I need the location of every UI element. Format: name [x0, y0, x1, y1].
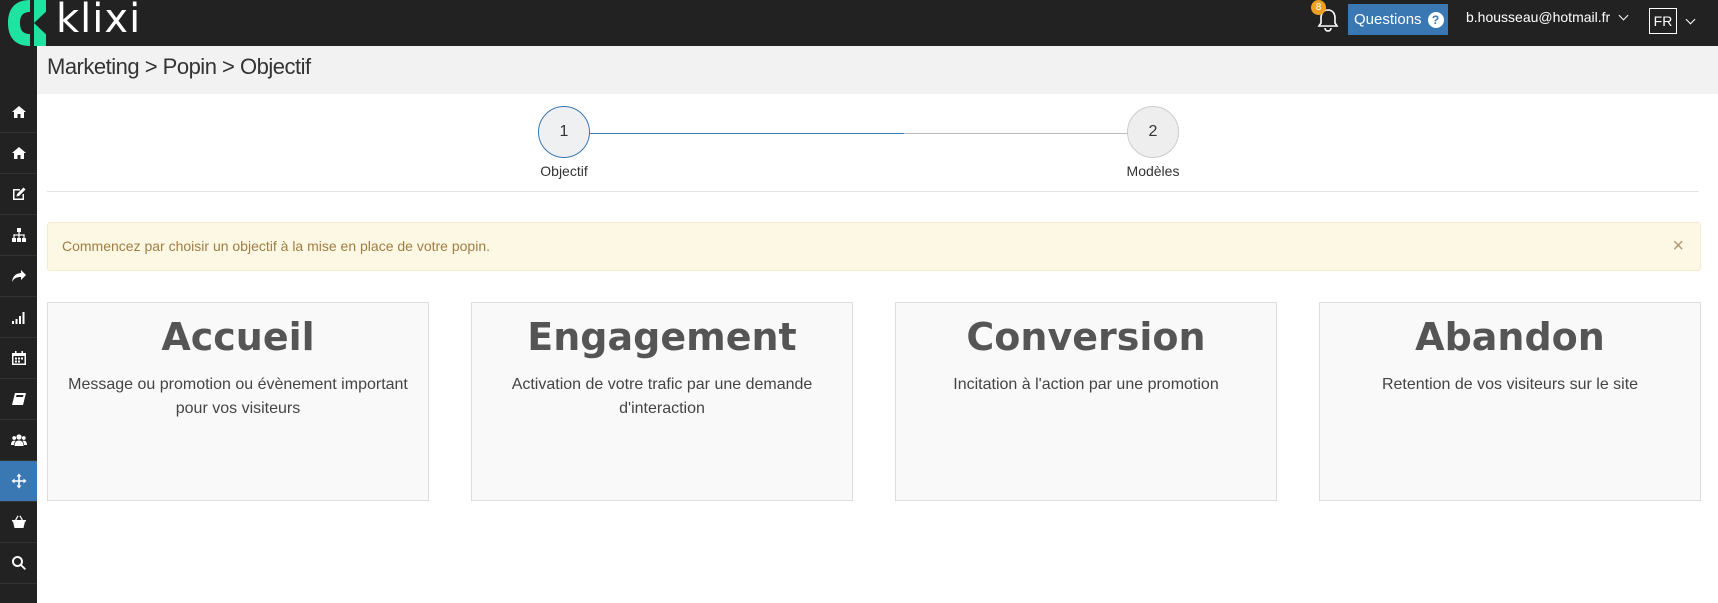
sidebar-item-statistics[interactable] [0, 297, 37, 338]
notification-badge: 8 [1311, 0, 1326, 15]
chevron-down-icon [1685, 14, 1696, 24]
search-icon [11, 556, 26, 570]
sidebar-item-edit[interactable] [0, 174, 37, 215]
top-navbar: klixi 8 Questions ? b.housseau@hotmail.f… [0, 0, 1718, 46]
breadcrumb-bar: Marketing > Popin > Objectif [37, 46, 1718, 94]
card-title: Abandon [1415, 315, 1605, 359]
sidebar [0, 46, 37, 603]
breadcrumb: Marketing > Popin > Objectif [47, 54, 311, 79]
close-icon[interactable]: × [1672, 234, 1684, 258]
crosshairs-icon [11, 473, 26, 489]
share-icon [11, 270, 26, 282]
card-title: Accueil [161, 315, 315, 359]
card-title: Engagement [527, 315, 797, 359]
sidebar-item-share[interactable] [0, 256, 37, 297]
objective-card-accueil[interactable]: Accueil Message ou promotion ou évènemen… [47, 302, 429, 501]
logo[interactable]: klixi [8, 0, 141, 46]
sitemap-icon [11, 228, 26, 242]
user-email: b.housseau@hotmail.fr [1466, 9, 1611, 25]
card-title: Conversion [966, 315, 1206, 359]
step-2-circle[interactable]: 2 [1127, 106, 1179, 158]
card-description: Message ou promotion ou évènement import… [68, 376, 408, 417]
questions-label: Questions [1354, 11, 1422, 28]
objective-card-conversion[interactable]: Conversion Incitation à l'action par une… [895, 302, 1277, 501]
sidebar-item-search[interactable] [0, 543, 37, 584]
sidebar-item-home[interactable] [0, 92, 37, 133]
klixi-logo-icon [8, 0, 52, 46]
card-description: Activation de votre trafic par une deman… [511, 376, 813, 417]
sidebar-item-book[interactable] [0, 379, 37, 420]
chevron-down-icon [1618, 10, 1629, 20]
home-icon [11, 147, 26, 159]
logo-text: klixi [56, 0, 142, 42]
step-progress-line [588, 133, 904, 134]
sidebar-item-crosshairs[interactable] [0, 461, 37, 502]
card-description: Incitation à l'action par une promotion [953, 376, 1219, 393]
questions-button[interactable]: Questions ? [1348, 4, 1448, 35]
home-icon [11, 106, 26, 118]
objective-card-engagement[interactable]: Engagement Activation de votre trafic pa… [471, 302, 853, 501]
sidebar-item-home-2[interactable] [0, 133, 37, 174]
sidebar-item-calendar[interactable] [0, 338, 37, 379]
sidebar-item-sitemap[interactable] [0, 215, 37, 256]
book-icon [11, 393, 26, 405]
info-alert: Commencez par choisir un objectif à la m… [47, 222, 1701, 271]
step-1-label: Objectif [540, 163, 588, 179]
signal-icon [11, 312, 24, 324]
edit-icon [12, 187, 25, 200]
sidebar-item-basket[interactable] [0, 502, 37, 543]
user-menu[interactable]: b.housseau@hotmail.fr [1466, 9, 1629, 25]
users-icon [10, 434, 27, 446]
basket-icon [11, 515, 26, 528]
question-circle-icon: ? [1427, 11, 1444, 28]
language-code: FR [1649, 8, 1677, 34]
language-selector[interactable]: FR [1649, 8, 1696, 34]
step-2-label: Modèles [1126, 163, 1180, 179]
card-description: Retention de vos visiteurs sur le site [1381, 376, 1639, 393]
sidebar-item-users[interactable] [0, 420, 37, 461]
wizard-stepper: 1 Objectif 2 Modèles [47, 94, 1699, 192]
calendar-icon [11, 351, 26, 365]
step-1-circle[interactable]: 1 [538, 106, 590, 158]
alert-message: Commencez par choisir un objectif à la m… [62, 238, 490, 254]
objective-card-abandon[interactable]: Abandon Retention de vos visiteurs sur l… [1319, 302, 1701, 501]
